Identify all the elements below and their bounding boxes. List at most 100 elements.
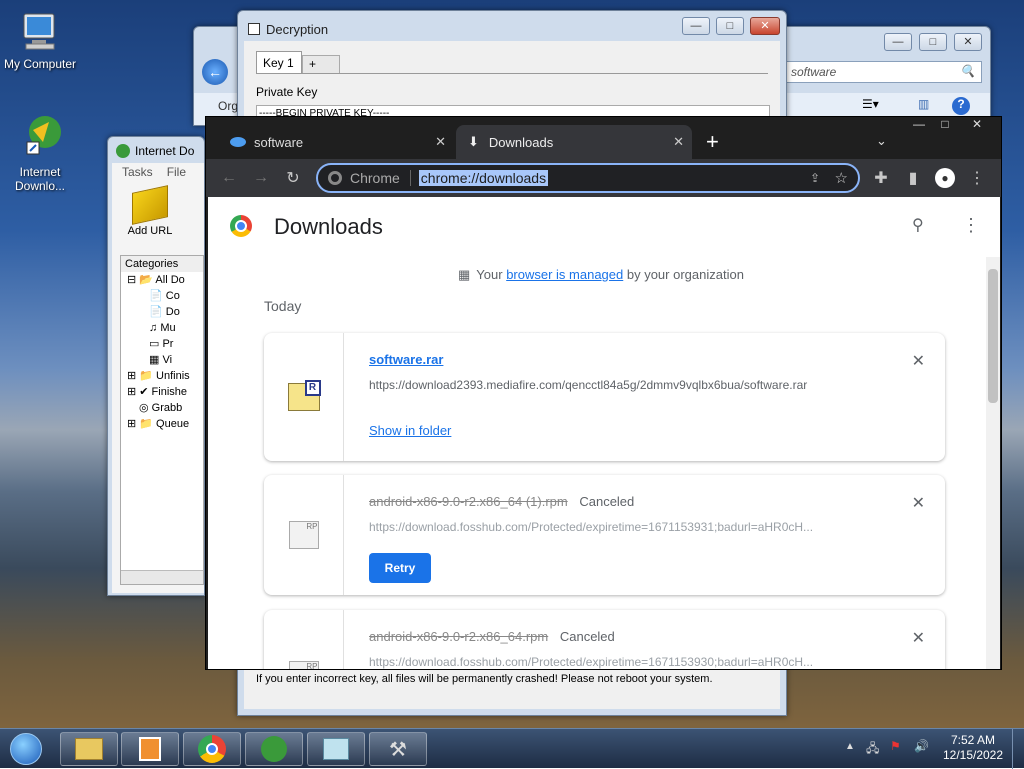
taskbar-media-player[interactable] bbox=[121, 732, 179, 766]
idm-icon bbox=[261, 736, 287, 762]
tree-label: Pr bbox=[162, 338, 174, 350]
page-title: Downloads bbox=[274, 214, 383, 239]
file-name-canceled: android-x86-9.0-r2.x86_64.rpm Canceled bbox=[369, 629, 615, 644]
tab-close-icon[interactable]: ✕ bbox=[673, 134, 684, 150]
clock[interactable]: 7:52 AM 12/15/2022 bbox=[940, 733, 1006, 763]
more-actions-icon[interactable]: ⋮ bbox=[962, 215, 980, 236]
rpm-file-icon: RP bbox=[288, 661, 319, 669]
remove-item-icon[interactable]: ✕ bbox=[912, 493, 925, 513]
start-button[interactable] bbox=[4, 729, 48, 769]
organize-label[interactable]: Org bbox=[218, 99, 238, 113]
show-in-folder-link[interactable]: Show in folder bbox=[369, 423, 451, 438]
help-icon[interactable]: ? bbox=[952, 97, 970, 115]
search-text: software bbox=[791, 65, 837, 79]
file-url: https://download.fosshub.com/Protected/e… bbox=[369, 520, 814, 534]
private-key-label: Private Key bbox=[256, 85, 318, 99]
window-minimize-button[interactable]: — bbox=[908, 117, 930, 131]
building-icon: ▦ bbox=[458, 267, 471, 282]
reload-button[interactable]: ↻ bbox=[280, 165, 306, 191]
menu-file[interactable]: File bbox=[167, 165, 186, 179]
taskbar-idm[interactable] bbox=[245, 732, 303, 766]
window-close-button[interactable]: ✕ bbox=[966, 117, 988, 131]
file-name: android-x86-9.0-r2.x86_64 (1).rpm bbox=[369, 494, 568, 509]
menu-kebab-icon[interactable]: ⋮ bbox=[964, 165, 990, 191]
show-desktop-button[interactable] bbox=[1012, 729, 1024, 769]
back-button[interactable]: ← bbox=[216, 165, 242, 191]
views-icon[interactable]: ☰▾ bbox=[862, 97, 879, 111]
tree-finished[interactable]: ⊞ ✔ Finishe bbox=[127, 384, 190, 400]
my-computer-shortcut[interactable]: My Computer bbox=[0, 10, 80, 71]
rar-file-icon: R bbox=[287, 380, 321, 411]
tree-queues[interactable]: ⊞ 📁 Queue bbox=[127, 416, 190, 432]
share-icon[interactable]: ⇪ bbox=[810, 171, 820, 185]
back-button[interactable]: ← bbox=[202, 59, 228, 85]
profile-avatar-icon[interactable]: ● bbox=[932, 165, 958, 191]
taskbar-explorer[interactable] bbox=[60, 732, 118, 766]
tree-video[interactable]: ▦ Vi bbox=[127, 352, 190, 368]
tree-programs[interactable]: ▭ Pr bbox=[127, 336, 190, 352]
menu-tasks[interactable]: Tasks bbox=[122, 165, 153, 179]
tree-documents[interactable]: 📄 Do bbox=[127, 304, 190, 320]
tab-close-icon[interactable]: ✕ bbox=[435, 134, 446, 150]
tab-add[interactable]: + bbox=[302, 55, 340, 73]
search-box[interactable]: software 🔍 bbox=[784, 61, 982, 83]
side-panel-icon[interactable]: ▮ bbox=[900, 165, 926, 191]
file-icon-column: RP bbox=[264, 610, 344, 669]
preview-pane-icon[interactable]: ▥ bbox=[918, 97, 929, 111]
maximize-button[interactable]: □ bbox=[716, 17, 744, 35]
tab-downloads[interactable]: ⬇ Downloads ✕ bbox=[456, 125, 692, 159]
forward-button[interactable]: → bbox=[248, 165, 274, 191]
download-item: RP android-x86-9.0-r2.x86_64 (1).rpm Can… bbox=[264, 475, 945, 595]
tree-label: All Do bbox=[155, 274, 185, 286]
remove-item-icon[interactable]: ✕ bbox=[912, 351, 925, 371]
file-name-link[interactable]: software.rar bbox=[369, 352, 443, 367]
clock-time: 7:52 AM bbox=[950, 733, 996, 747]
tray-chevron-icon[interactable]: ▲ bbox=[845, 741, 855, 752]
categories-panel: Categories ⊟ 📂 All Do 📄 Co 📄 Do ♫ Mu ▭ P… bbox=[120, 255, 204, 585]
page-scrollbar[interactable] bbox=[986, 257, 1000, 669]
tab-software[interactable]: software ✕ bbox=[214, 125, 454, 159]
volume-icon[interactable]: 🔊 bbox=[914, 739, 929, 753]
window-maximize-button[interactable]: □ bbox=[934, 117, 956, 131]
status-text: Canceled bbox=[579, 494, 635, 509]
scroll-thumb[interactable] bbox=[988, 269, 998, 403]
horizontal-scrollbar[interactable] bbox=[121, 570, 203, 584]
retry-button[interactable]: Retry bbox=[369, 553, 431, 583]
search-icon[interactable]: ⚲ bbox=[912, 215, 924, 235]
menu-bar: Tasks File bbox=[112, 165, 186, 179]
idm-globe-icon bbox=[26, 116, 61, 155]
tree-unfinished[interactable]: ⊞ 📁 Unfinis bbox=[127, 368, 190, 384]
app-window-icon bbox=[323, 738, 349, 760]
remove-item-icon[interactable]: ✕ bbox=[912, 628, 925, 648]
tree-all-downloads[interactable]: ⊟ 📂 All Do bbox=[127, 272, 190, 288]
tab-key1[interactable]: Key 1 bbox=[256, 51, 302, 73]
section-header: Today bbox=[264, 298, 302, 314]
taskbar-decryption[interactable] bbox=[307, 732, 365, 766]
desktop-icon-label: My Computer bbox=[3, 57, 77, 71]
idm-shortcut[interactable]: Internet Downlo... bbox=[0, 112, 80, 193]
extensions-puzzle-icon[interactable]: ✚ bbox=[868, 165, 894, 191]
tree-label: Vi bbox=[162, 354, 173, 366]
minimize-button[interactable]: — bbox=[682, 17, 710, 35]
close-button[interactable]: ✕ bbox=[750, 17, 780, 35]
tree-label: Co bbox=[165, 290, 180, 302]
tab-search-chevron-icon[interactable]: ⌄ bbox=[876, 133, 887, 149]
network-icon[interactable]: 🖧 bbox=[866, 739, 879, 760]
close-button[interactable]: ✕ bbox=[954, 33, 982, 51]
omnibox-url[interactable]: chrome://downloads bbox=[418, 170, 549, 186]
maximize-button[interactable]: □ bbox=[919, 33, 947, 51]
taskbar-tool[interactable]: ⚒ bbox=[369, 732, 427, 766]
tree-compressed[interactable]: 📄 Co bbox=[127, 288, 190, 304]
new-tab-button[interactable]: + bbox=[706, 129, 719, 155]
tree-grabber[interactable]: ◎ Grabb bbox=[127, 400, 190, 416]
managed-link[interactable]: browser is managed bbox=[506, 267, 623, 282]
minimize-button[interactable]: — bbox=[884, 33, 912, 51]
omnibox[interactable]: Chrome chrome://downloads ⇪ ☆ bbox=[316, 163, 860, 193]
managed-notice: ▦ Your browser is managed by your organiz… bbox=[458, 267, 744, 283]
flag-icon[interactable]: ⚑ bbox=[890, 739, 901, 753]
bookmark-star-icon[interactable]: ☆ bbox=[835, 169, 848, 187]
tree-label: Mu bbox=[160, 322, 176, 334]
add-url-button[interactable]: Add URL bbox=[120, 185, 180, 237]
tree-music[interactable]: ♫ Mu bbox=[127, 320, 190, 336]
taskbar-chrome[interactable] bbox=[183, 732, 241, 766]
